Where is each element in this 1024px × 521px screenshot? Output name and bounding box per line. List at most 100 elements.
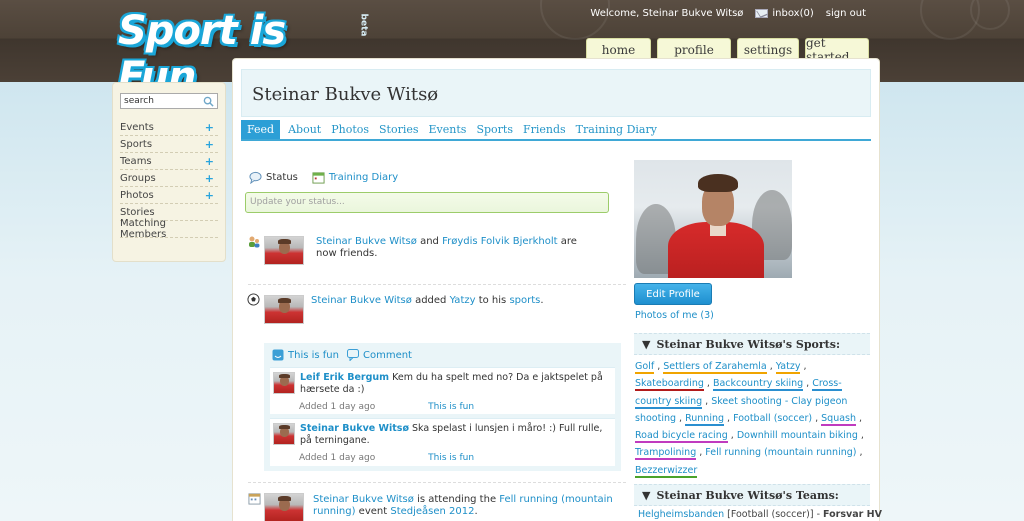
sidebar-item-photos[interactable]: Photos + [120, 187, 218, 204]
sidebar-item-matching-members[interactable]: Matching Members [120, 218, 218, 240]
comment-author[interactable]: Leif Erik Bergum [300, 372, 389, 383]
sport-tag[interactable]: Trampolining [635, 447, 697, 461]
add-icon[interactable]: + [205, 138, 214, 151]
this-is-fun-button[interactable]: This is fun [272, 349, 339, 361]
sport-tag[interactable]: Road bicycle racing [635, 430, 728, 444]
tab-photos[interactable]: Photos [326, 123, 374, 139]
status-icon [249, 171, 262, 184]
comment-meta: Added 1 day ago This is fun [299, 453, 474, 463]
tab-stories[interactable]: Stories [374, 123, 424, 139]
training-diary-tab[interactable]: Training Diary [312, 171, 398, 184]
tab-about[interactable]: About [283, 123, 326, 139]
profile-photo[interactable] [634, 160, 792, 278]
sidebar-item-teams[interactable]: Teams + [120, 153, 218, 170]
avatar[interactable] [264, 236, 304, 265]
sport-link[interactable]: Yatzy [450, 295, 476, 306]
feed-text: . [474, 506, 478, 517]
team-link[interactable]: Helgheimsbanden [638, 509, 724, 520]
avatar[interactable] [273, 372, 295, 394]
sport-tag[interactable]: Fell running (mountain running) [705, 447, 856, 460]
sport-tag[interactable]: Skateboarding [635, 378, 704, 392]
sport-tag[interactable]: Golf [635, 361, 655, 374]
separator: , [727, 430, 737, 442]
user-link[interactable]: Steinar Bukve Witsø [311, 295, 412, 306]
tab-feed[interactable]: Feed [241, 120, 281, 139]
teams-panel-heading: ▼ Steinar Bukve Witsø's Teams: [634, 484, 870, 506]
tab-events[interactable]: Events [424, 123, 472, 139]
add-icon[interactable]: + [205, 121, 214, 134]
sidebar-item-label: Groups [120, 172, 156, 184]
edit-profile-button[interactable]: Edit Profile [634, 283, 712, 305]
tab-sports[interactable]: Sports [471, 123, 518, 139]
calendar-icon [312, 172, 325, 184]
sport-tag[interactable]: Bezzerwizzer [635, 464, 698, 478]
sidebar-item-label: Events [120, 121, 154, 133]
status-input[interactable]: Update your status... [245, 192, 609, 213]
status-tab[interactable]: Status [249, 171, 298, 184]
sidebar-item-label: Matching Members [120, 218, 167, 240]
add-icon[interactable]: + [205, 172, 214, 185]
avatar[interactable] [264, 295, 304, 324]
sport-tag[interactable]: Backcountry skiing [712, 378, 804, 392]
separator: , [703, 378, 713, 390]
sport-tag[interactable]: Squash [821, 412, 857, 426]
comment-item: Steinar Bukve Witsø Ska spelast i lunsje… [270, 418, 615, 466]
event-place-link[interactable]: Stedjeåsen 2012 [390, 506, 474, 517]
sidebar-item-sports[interactable]: Sports + [120, 136, 218, 153]
nav-home[interactable]: home [586, 38, 651, 60]
add-icon[interactable]: + [205, 155, 214, 168]
signout-link[interactable]: sign out [826, 8, 866, 19]
sidebar-item-label: Teams [120, 155, 152, 167]
divider [248, 284, 626, 285]
sidebar-item-label: Photos [120, 189, 154, 201]
search-icon[interactable] [203, 96, 214, 107]
sport-tag[interactable]: Running [685, 412, 725, 426]
user-link[interactable]: Steinar Bukve Witsø [316, 236, 417, 247]
beta-badge: beta [358, 13, 369, 37]
comment-fun-link[interactable]: This is fun [428, 453, 474, 463]
inbox-link[interactable]: inbox(0) [755, 8, 814, 19]
separator: , [696, 447, 706, 459]
tab-training-diary[interactable]: Training Diary [571, 123, 662, 139]
feed-text: is attending the [413, 494, 500, 505]
sidebar-item-events[interactable]: Events + [120, 119, 218, 136]
feed-text: event [355, 506, 391, 517]
search-input[interactable] [124, 96, 202, 106]
user-link[interactable]: Steinar Bukve Witsø [313, 494, 414, 505]
site-logo[interactable]: Sport is Fun beta [114, 6, 368, 100]
sport-tag[interactable]: Downhill mountain biking [737, 430, 858, 443]
separator: , [857, 430, 864, 442]
comment-item: Leif Erik Bergum Kem du ha spelt med no?… [270, 367, 615, 414]
comment-button[interactable]: Comment [346, 349, 412, 361]
nav-settings[interactable]: settings [737, 38, 799, 60]
main-nav: home profile settings get started [586, 36, 869, 64]
sidebar-item-groups[interactable]: Groups + [120, 170, 218, 187]
sidebar-item-label: Sports [120, 138, 153, 150]
avatar[interactable] [264, 493, 304, 521]
welcome-text: Welcome, Steinar Bukve Witsø [590, 8, 744, 19]
sport-tag[interactable]: Yatzy [775, 361, 801, 374]
separator: , [702, 395, 712, 407]
comment-time: Added 1 day ago [299, 402, 376, 412]
separator: , [724, 412, 734, 424]
photos-of-me-link[interactable]: Photos of me (3) [635, 310, 714, 321]
comment-author[interactable]: Steinar Bukve Witsø [300, 423, 409, 434]
nav-profile[interactable]: profile [657, 38, 731, 60]
nav-get-started[interactable]: get started [805, 36, 869, 64]
teams-heading-text: Steinar Bukve Witsø's Teams: [656, 488, 839, 502]
sport-tag[interactable]: Settlers of Zarahemla [663, 361, 767, 374]
sport-tag[interactable]: Football (soccer) [733, 413, 812, 426]
inbox-label: inbox(0) [772, 8, 814, 19]
avatar[interactable] [273, 423, 295, 445]
envelope-icon [755, 9, 769, 18]
tab-friends[interactable]: Friends [518, 123, 571, 139]
sports-list: Golf , Settlers of Zarahemla , Yatzy , S… [635, 358, 867, 479]
user-link[interactable]: Frøydis Folvik Bjerkholt [442, 236, 558, 247]
comment-meta: Added 1 day ago This is fun [299, 402, 474, 412]
feed-text: and [416, 236, 443, 247]
add-icon[interactable]: + [205, 189, 214, 202]
sports-link[interactable]: sports [509, 295, 540, 306]
search-box [120, 93, 218, 109]
comment-fun-link[interactable]: This is fun [428, 402, 474, 412]
feed-text: added [411, 295, 450, 306]
